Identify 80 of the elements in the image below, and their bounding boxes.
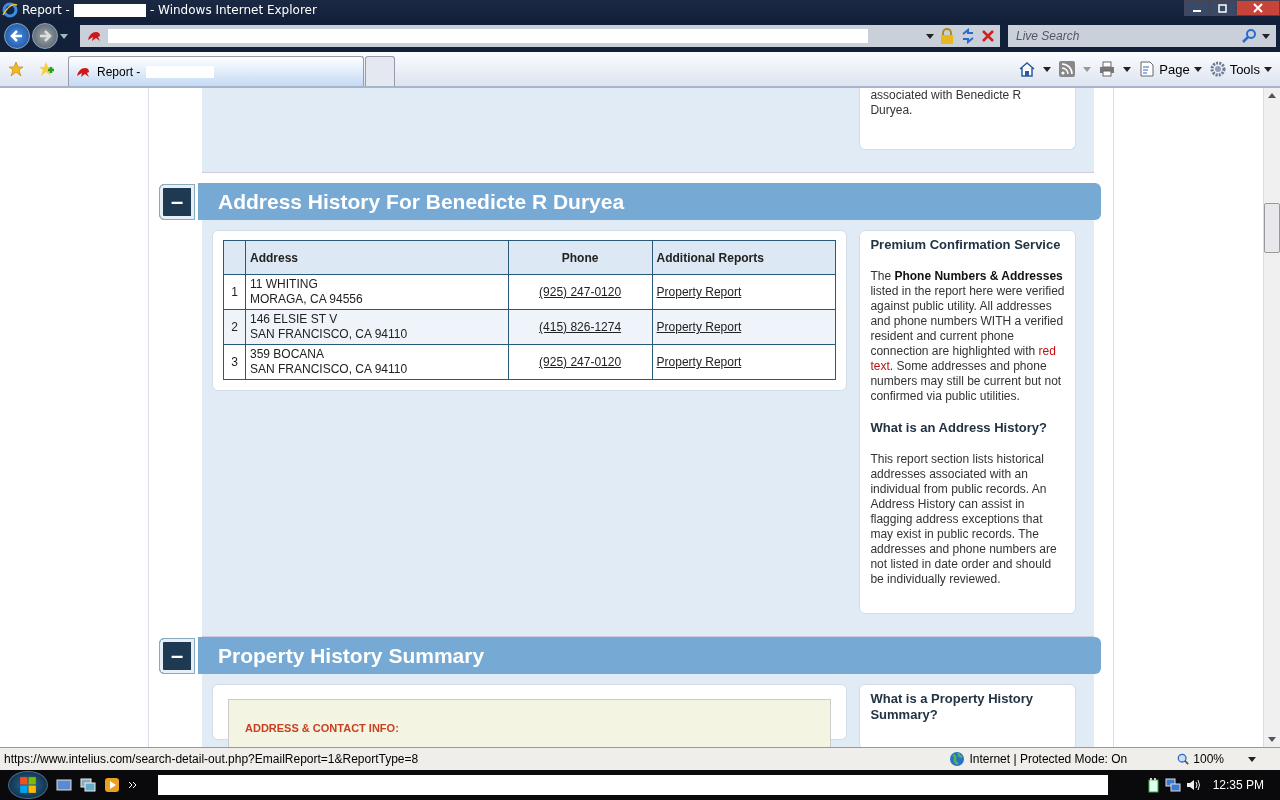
sidebar-heading: What is a Property History Summary? (870, 691, 1034, 723)
network-icon[interactable] (1164, 777, 1181, 793)
column-header: Additional Reports (652, 240, 836, 275)
home-icon[interactable] (1019, 61, 1036, 77)
volume-icon[interactable] (1184, 777, 1201, 793)
report-link[interactable]: Property Report (656, 320, 742, 334)
sidebar-heading: What is an Address History? (870, 420, 1048, 436)
stop-icon[interactable] (982, 30, 994, 42)
status-url: https://www.intelius.com/search-detail-out.php?EmailReport=1&ReportType=8 (4, 752, 419, 766)
sidebar-text: The Phone Numbers & Addresses listed in the report here were verified against public utility. All addresses and phone numbers WITH a verified resident and current phone connection are highlighted with red text. Some addresses and phone numbers may still be current but not confirmed via public utilities. (870, 269, 1065, 404)
address-cell: 359 BOCANA SAN FRANCISCO, CA 94110 (245, 344, 509, 380)
forward-button[interactable] (32, 23, 58, 49)
feed-icon[interactable] (1059, 61, 1076, 77)
back-button[interactable] (4, 23, 30, 49)
dropdown-icon[interactable] (1043, 66, 1052, 72)
printer-icon[interactable] (1099, 61, 1116, 77)
maximize-button[interactable] (1210, 0, 1236, 16)
desktop-icon[interactable] (56, 777, 72, 793)
row-number: 2 (223, 309, 246, 345)
chevron-icon[interactable] (128, 780, 138, 790)
report-link[interactable]: Property Report (656, 285, 742, 299)
scroll-up-icon[interactable] (1268, 93, 1276, 98)
info-heading: ADDRESS & CONTACT INFO: (245, 722, 400, 734)
browser-tab[interactable]: Report - (68, 56, 364, 86)
dropdown-icon (1264, 66, 1272, 72)
dropdown-icon[interactable] (1262, 33, 1270, 39)
window-switch-icon[interactable] (80, 777, 96, 793)
dropdown-icon[interactable] (1123, 66, 1132, 72)
window-title: Report - (22, 3, 70, 17)
gear-icon (1209, 61, 1226, 77)
page-menu[interactable]: Page (1139, 61, 1202, 77)
search-field[interactable]: Live Search (1014, 28, 1236, 44)
start-button[interactable] (8, 771, 48, 799)
column-header: Phone (508, 240, 653, 275)
scrollbar[interactable] (1263, 88, 1280, 747)
dropdown-icon[interactable] (926, 33, 934, 39)
close-button[interactable] (1236, 0, 1280, 16)
minimize-icon (1193, 10, 1201, 12)
sidebar-text: This report section lists historical addresses associated with an individual from public records. An Address History can assist in flagging address exceptions that may exist in public records. The addresses and phone numbers are not listed in date order and should be individually reviewed. (870, 452, 1058, 587)
section-title: Property History Summary (198, 637, 1101, 674)
tools-menu[interactable]: Tools (1209, 61, 1272, 77)
star-icon[interactable] (8, 61, 24, 77)
maximize-icon (1218, 3, 1228, 13)
security-zone: Internet | Protected Mode: On (969, 752, 1128, 766)
magnifier-icon (1177, 753, 1190, 765)
address-cell: 11 WHITING MORAGA, CA 94556 (245, 274, 509, 310)
dropdown-icon (1193, 66, 1202, 72)
report-link[interactable]: Property Report (656, 355, 742, 369)
sidebar-text: associated with Benedicte R Duryea. (870, 88, 1023, 118)
refresh-icon[interactable] (960, 28, 976, 44)
address-cell: 146 ELSIE ST V SAN FRANCISCO, CA 94110 (245, 309, 509, 345)
column-header: Address (245, 240, 509, 275)
zoom-button[interactable]: 100% (1171, 751, 1262, 767)
collapse-button[interactable]: – (159, 184, 195, 220)
address-field[interactable] (80, 25, 1000, 47)
globe-icon (949, 751, 966, 767)
media-player-icon[interactable] (104, 777, 120, 793)
sidebar-heading: Premium Confirmation Service (870, 237, 1062, 253)
windows-logo-icon (19, 776, 37, 794)
scroll-down-icon[interactable] (1268, 737, 1276, 742)
scroll-thumb[interactable] (1264, 203, 1280, 253)
row-number: 1 (223, 274, 246, 310)
redaction-bar (146, 65, 215, 78)
add-favorite-icon[interactable] (38, 61, 54, 77)
tab-title: Report - (97, 64, 141, 79)
clock[interactable]: 12:35 PM (1212, 778, 1264, 792)
minimize-button[interactable] (1184, 0, 1210, 16)
section-title: Address History For Benedicte R Duryea (198, 183, 1101, 220)
search-icon[interactable] (1242, 29, 1256, 43)
window-title: - Windows Internet Explorer (149, 3, 317, 17)
close-icon (1253, 3, 1263, 13)
forward-arrow-icon (37, 28, 53, 44)
dropdown-icon[interactable] (60, 33, 68, 39)
collapse-button[interactable]: – (159, 638, 195, 674)
back-arrow-icon (9, 28, 25, 44)
row-number: 3 (223, 344, 246, 380)
page-icon (1139, 61, 1156, 77)
search-box[interactable]: Live Search (1008, 25, 1276, 47)
dropdown-icon (1248, 756, 1256, 762)
browser-logo-icon (2, 2, 18, 18)
